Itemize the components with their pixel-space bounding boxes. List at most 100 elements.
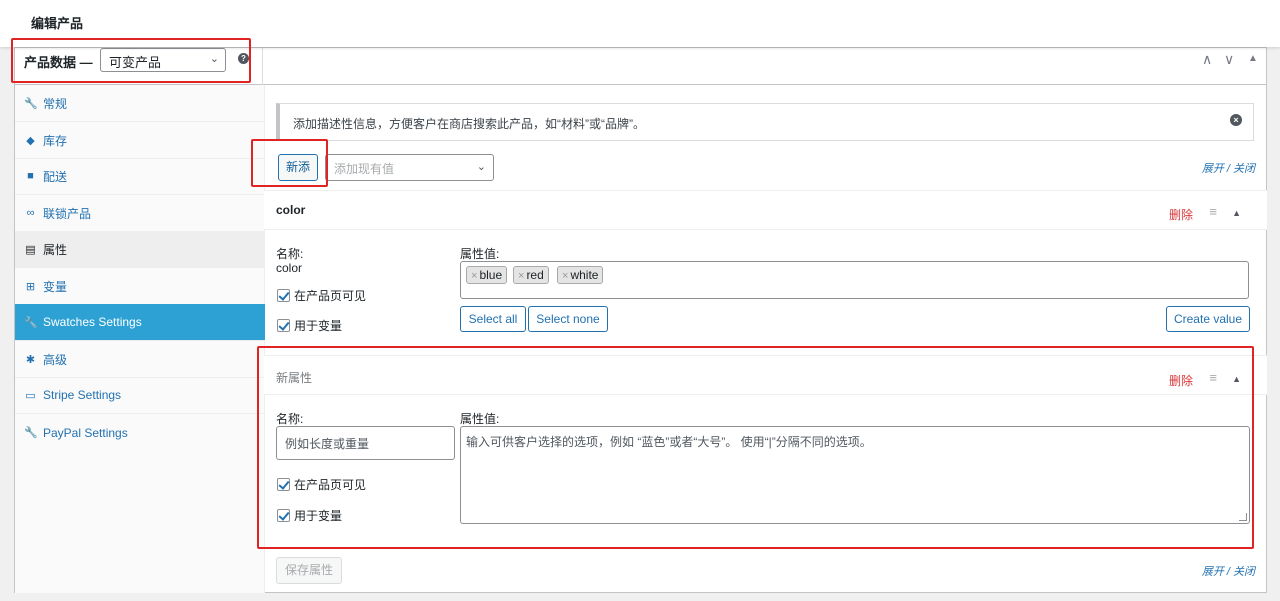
close-all-link[interactable]: 关闭 [1233, 566, 1255, 578]
card-icon: ▭ [25, 389, 36, 402]
select-all-button[interactable]: Select all [460, 306, 526, 332]
product-type-value: 可变产品 [109, 55, 162, 70]
values-label: 属性值: [460, 247, 500, 261]
expand-all-link[interactable]: 展开 [1202, 163, 1224, 175]
grid-icon: ⊞ [25, 280, 36, 293]
tab-label: 属性 [43, 242, 68, 257]
tab-advanced[interactable]: ✱ 高级 [15, 341, 265, 378]
resize-handle-icon[interactable] [1239, 513, 1247, 521]
remove-chip-icon: × [562, 270, 569, 282]
used-for-variations-checkbox[interactable]: 用于变量 [277, 317, 342, 334]
drag-handle-icon[interactable]: ≡ [1209, 204, 1217, 219]
info-notice: 添加描述性信息，方便客户在商店搜索此产品，如“材料”或“品牌”。 × [276, 103, 1254, 141]
expand-close-links: 展开 / 关闭 [1202, 160, 1255, 176]
question-circle-icon[interactable]: ? [238, 53, 249, 64]
name-placeholder: 例如长度或重量 [285, 437, 370, 451]
existing-select-placeholder: 添加现有值 [334, 162, 395, 176]
values-label: 属性值: [460, 412, 500, 426]
product-data-tabs: 🔧 常规 ◆ 库存 ■ 配送 ∞ 联锁产品 ▤ 属性 ⊞ 变量 🔧 Swatch… [15, 85, 265, 593]
attribute-name-input[interactable]: 例如长度或重量 [276, 426, 455, 460]
checkbox-label: 在产品页可见 [294, 289, 367, 303]
checkbox-label: 用于变量 [294, 319, 343, 333]
link-icon: ∞ [26, 207, 35, 219]
move-up-icon[interactable]: ∧ [1202, 51, 1212, 68]
expand-all-link[interactable]: 展开 [1202, 566, 1224, 578]
list-icon: ▤ [25, 243, 36, 256]
gear-icon: ✱ [25, 353, 36, 366]
attribute-header-color[interactable]: color 删除 ≡ ▲ [264, 190, 1267, 230]
tab-paypal-settings[interactable]: 🔧 PayPal Settings [15, 414, 265, 451]
attribute-values-textarea[interactable]: 输入可供客户选择的选项，例如 “蓝色”或者“大号”。 使用“|”分隔不同的选项。 [460, 426, 1250, 524]
page-title: 编辑产品 [31, 16, 84, 31]
chevron-down-icon: ⌄ [209, 53, 219, 65]
tab-shipping[interactable]: ■ 配送 [15, 158, 265, 195]
attribute-name-value: color [276, 261, 303, 275]
attribute-title: color [276, 203, 306, 217]
remove-chip-icon: × [471, 270, 478, 282]
attribute-values-select[interactable]: × blue × red × white [460, 261, 1249, 299]
tab-label: 变量 [43, 279, 68, 294]
wrench-icon: 🔧 [24, 97, 38, 110]
product-type-select[interactable]: 可变产品 ⌄ [100, 48, 226, 72]
values-placeholder: 输入可供客户选择的选项，例如 “蓝色”或者“大号”。 使用“|”分隔不同的选项。 [466, 435, 872, 449]
tab-label: 联锁产品 [43, 206, 92, 221]
checkbox-checked[interactable] [277, 509, 290, 522]
collapse-panel-icon[interactable]: ▲ [1248, 53, 1258, 64]
drag-handle-icon[interactable]: ≡ [1209, 370, 1217, 385]
tag-icon: ◆ [26, 134, 35, 147]
remove-chip-icon: × [518, 270, 525, 282]
link-separator: / [1223, 566, 1233, 578]
notice-text: 添加描述性信息，方便客户在商店搜索此产品，如“材料”或“品牌”。 [293, 117, 645, 131]
tab-label: 库存 [43, 133, 68, 148]
add-new-attribute-button[interactable]: 新添 [278, 154, 318, 181]
value-chip[interactable]: × blue [466, 266, 508, 284]
expand-close-links-footer: 展开 / 关闭 [1202, 563, 1255, 579]
tab-attributes[interactable]: ▤ 属性 [15, 231, 265, 268]
visible-on-product-page-checkbox[interactable]: 在产品页可见 [277, 476, 366, 493]
select-none-button[interactable]: Select none [528, 306, 608, 332]
checkbox-checked[interactable] [277, 289, 290, 302]
move-down-icon[interactable]: ∨ [1224, 51, 1234, 68]
tab-label: Stripe Settings [43, 388, 122, 402]
attribute-header-new[interactable]: 新属性 删除 ≡ ▲ [264, 355, 1267, 395]
visible-on-product-page-checkbox[interactable]: 在产品页可见 [277, 287, 366, 304]
checkbox-checked[interactable] [277, 478, 290, 491]
value-chip[interactable]: × white [557, 266, 604, 284]
name-label: 名称: [276, 412, 304, 426]
close-all-link[interactable]: 关闭 [1233, 163, 1255, 175]
top-bar: 编辑产品 [0, 0, 1280, 47]
remove-attribute-link[interactable]: 删除 [1169, 372, 1193, 389]
checkbox-checked[interactable] [277, 319, 290, 332]
checkbox-label: 用于变量 [294, 509, 343, 523]
save-attributes-button[interactable]: 保存属性 [276, 557, 342, 584]
wrench-icon: 🔧 [24, 427, 38, 439]
collapse-arrow-icon[interactable]: ▲ [1232, 208, 1241, 218]
header-divider [262, 48, 263, 85]
tab-swatches-settings[interactable]: 🔧 Swatches Settings [15, 304, 265, 341]
attribute-title: 新属性 [276, 371, 313, 385]
checkbox-label: 在产品页可见 [294, 478, 367, 492]
chevron-down-icon: ⌄ [476, 161, 486, 173]
link-separator: / [1223, 163, 1233, 175]
used-for-variations-checkbox[interactable]: 用于变量 [277, 507, 342, 524]
close-icon[interactable]: × [1230, 114, 1242, 126]
tab-label: PayPal Settings [43, 425, 128, 440]
tab-stripe-settings[interactable]: ▭ Stripe Settings [15, 377, 265, 414]
collapse-arrow-icon[interactable]: ▲ [1232, 374, 1241, 384]
tab-label: Swatches Settings [43, 315, 142, 329]
create-value-button[interactable]: Create value [1166, 306, 1250, 332]
tab-linked-products[interactable]: ∞ 联锁产品 [15, 195, 265, 232]
remove-attribute-link[interactable]: 删除 [1169, 206, 1193, 223]
name-label: 名称: [276, 247, 304, 261]
add-existing-attribute-select[interactable]: 添加现有值 ⌄ [325, 154, 494, 181]
tab-inventory[interactable]: ◆ 库存 [15, 122, 265, 159]
truck-icon: ■ [27, 170, 34, 182]
value-chip[interactable]: × red [513, 266, 549, 284]
tab-variations[interactable]: ⊞ 变量 [15, 268, 265, 305]
tab-label: 高级 [43, 352, 68, 367]
tab-label: 配送 [43, 169, 68, 184]
product-data-label: 产品数据 — [24, 55, 93, 70]
panel-header: 产品数据 — 可变产品 ⌄ ? ∧ ∨ ▲ [15, 48, 1266, 85]
tab-general[interactable]: 🔧 常规 [15, 85, 265, 122]
wrench-icon: 🔧 [24, 316, 38, 329]
